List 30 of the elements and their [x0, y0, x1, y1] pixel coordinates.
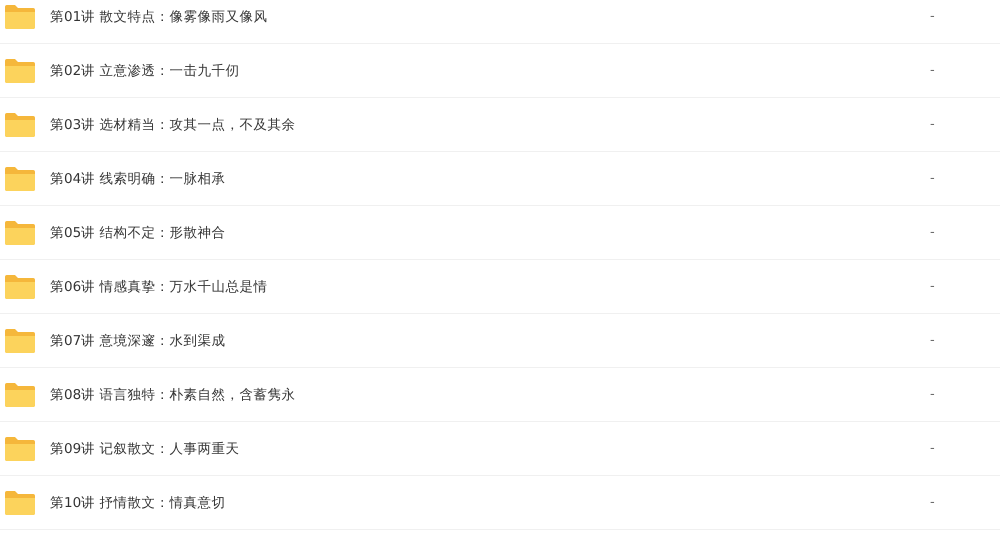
folder-name[interactable]: 第10讲 抒情散文：情真意切 — [50, 494, 930, 512]
folder-icon — [4, 58, 36, 84]
file-size: - — [930, 9, 936, 24]
file-size: - — [930, 495, 936, 510]
file-size: - — [930, 225, 936, 240]
folder-icon — [4, 274, 36, 300]
folder-icon — [4, 328, 36, 354]
folder-icon — [4, 382, 36, 408]
folder-name[interactable]: 第01讲 散文特点：像雾像雨又像风 — [50, 8, 930, 26]
folder-name[interactable]: 第07讲 意境深邃：水到渠成 — [50, 332, 930, 350]
folder-icon — [4, 220, 36, 246]
file-size: - — [930, 63, 936, 78]
folder-icon — [4, 4, 36, 30]
folder-name[interactable]: 第08讲 语言独特：朴素自然，含蓄隽永 — [50, 386, 930, 404]
folder-name[interactable]: 第09讲 记叙散文：人事两重天 — [50, 440, 930, 458]
folder-icon — [4, 490, 36, 516]
folder-icon — [4, 436, 36, 462]
file-size: - — [930, 117, 936, 132]
folder-icon — [4, 166, 36, 192]
folder-name[interactable]: 第06讲 情感真挚：万水千山总是情 — [50, 278, 930, 296]
folder-name[interactable]: 第02讲 立意渗透：一击九千仞 — [50, 62, 930, 80]
file-size: - — [930, 333, 936, 348]
file-size: - — [930, 171, 936, 186]
folder-name[interactable]: 第03讲 选材精当：攻其一点，不及其余 — [50, 116, 930, 134]
file-size: - — [930, 441, 936, 456]
folder-name[interactable]: 第04讲 线索明确：一脉相承 — [50, 170, 930, 188]
file-size: - — [930, 387, 936, 402]
folder-name[interactable]: 第05讲 结构不定：形散神合 — [50, 224, 930, 242]
folder-icon — [4, 112, 36, 138]
file-size: - — [930, 279, 936, 294]
